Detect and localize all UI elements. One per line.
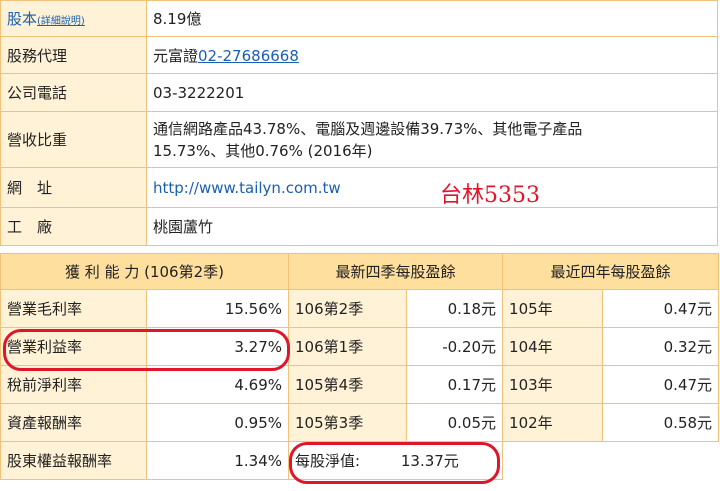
empty-cell	[502, 441, 719, 480]
stat-value: 15.56%	[145, 289, 290, 328]
quarter-label: 106第2季	[288, 289, 408, 328]
stat-value: 0.95%	[145, 403, 290, 442]
factory-label: 工 廠	[0, 207, 147, 246]
year-eps: 0.47元	[602, 365, 720, 404]
row-agent: 股務代理 元富證02-27686668	[0, 36, 718, 74]
stats-row: 稅前淨利率 4.69% 105第4季 0.17元 103年 0.47元	[0, 365, 720, 404]
agent-name: 元富證	[153, 46, 199, 65]
roe-label: 股東權益報酬率	[0, 441, 147, 480]
header-profitability: 獲 利 能 力 (106第2季)	[0, 253, 290, 290]
revenue-line-2: 15.73%、其他0.76% (2016年)	[153, 141, 373, 160]
stock-annotation: 台林5353	[440, 183, 540, 208]
website-link[interactable]: http://www.tailyn.com.tw	[153, 179, 341, 197]
stats-row: 營業毛利率 15.56% 106第2季 0.18元 105年 0.47元	[0, 289, 720, 328]
year-label: 105年	[502, 289, 604, 328]
url-value: http://www.tailyn.com.tw	[146, 167, 718, 208]
revenue-value: 通信網路產品43.78%、電腦及週邊設備39.73%、其他電子產品 15.73%、…	[146, 111, 718, 168]
revenue-line-1: 通信網路產品43.78%、電腦及週邊設備39.73%、其他電子產品	[153, 119, 583, 138]
row-share-capital: 股本(詳細說明) 8.19億	[0, 0, 718, 37]
year-label: 104年	[502, 327, 604, 366]
quarter-eps: 0.17元	[406, 365, 504, 404]
quarter-eps: 0.18元	[406, 289, 504, 328]
url-label: 網 址	[0, 167, 147, 208]
phone-label: 公司電話	[0, 73, 147, 112]
phone-value: 03-3222201	[146, 73, 718, 112]
year-eps: 0.58元	[602, 403, 720, 442]
stat-label: 稅前淨利率	[0, 365, 147, 404]
stats-row: 資產報酬率 0.95% 105第3季 0.05元 102年 0.58元	[0, 403, 720, 442]
highlight-operating-margin	[3, 329, 290, 371]
year-eps: 0.47元	[602, 289, 720, 328]
row-url: 網 址 http://www.tailyn.com.tw	[0, 167, 718, 208]
header-recent-eps: 最新四季每股盈餘	[288, 253, 504, 290]
row-revenue: 營收比重 通信網路產品43.78%、電腦及週邊設備39.73%、其他電子產品 15…	[0, 111, 718, 168]
row-factory: 工 廠 桃園蘆竹	[0, 207, 718, 246]
stat-label: 營業毛利率	[0, 289, 147, 328]
agent-label: 股務代理	[0, 36, 147, 74]
revenue-label: 營收比重	[0, 111, 147, 168]
quarter-label: 106第1季	[288, 327, 408, 366]
year-eps: 0.32元	[602, 327, 720, 366]
roe-value: 1.34%	[145, 441, 290, 480]
company-info-table: 股本(詳細說明) 8.19億 股務代理 元富證02-27686668 公司電話 …	[0, 0, 718, 246]
factory-value: 桃園蘆竹	[146, 207, 718, 246]
share-capital-label-text: 股本	[7, 10, 38, 28]
quarter-eps: 0.05元	[406, 403, 504, 442]
stat-label: 資產報酬率	[0, 403, 147, 442]
details-link[interactable]: (詳細說明)	[37, 16, 85, 27]
quarter-eps: -0.20元	[406, 327, 504, 366]
row-phone: 公司電話 03-3222201	[0, 73, 718, 112]
quarter-label: 105第3季	[288, 403, 408, 442]
share-capital-label: 股本(詳細說明)	[0, 0, 147, 37]
agent-phone-link[interactable]: 02-27686668	[198, 47, 299, 65]
stock-info-page: 股本(詳細說明) 8.19億 股務代理 元富證02-27686668 公司電話 …	[0, 0, 720, 491]
share-capital-value: 8.19億	[146, 0, 718, 37]
year-label: 102年	[502, 403, 604, 442]
year-label: 103年	[502, 365, 604, 404]
quarter-label: 105第4季	[288, 365, 408, 404]
highlight-nav	[289, 442, 500, 484]
stats-header-row: 獲 利 能 力 (106第2季) 最新四季每股盈餘 最近四年每股盈餘	[0, 253, 720, 290]
agent-value: 元富證02-27686668	[146, 36, 718, 74]
header-annual-eps: 最近四年每股盈餘	[502, 253, 720, 290]
stat-value: 4.69%	[145, 365, 290, 404]
